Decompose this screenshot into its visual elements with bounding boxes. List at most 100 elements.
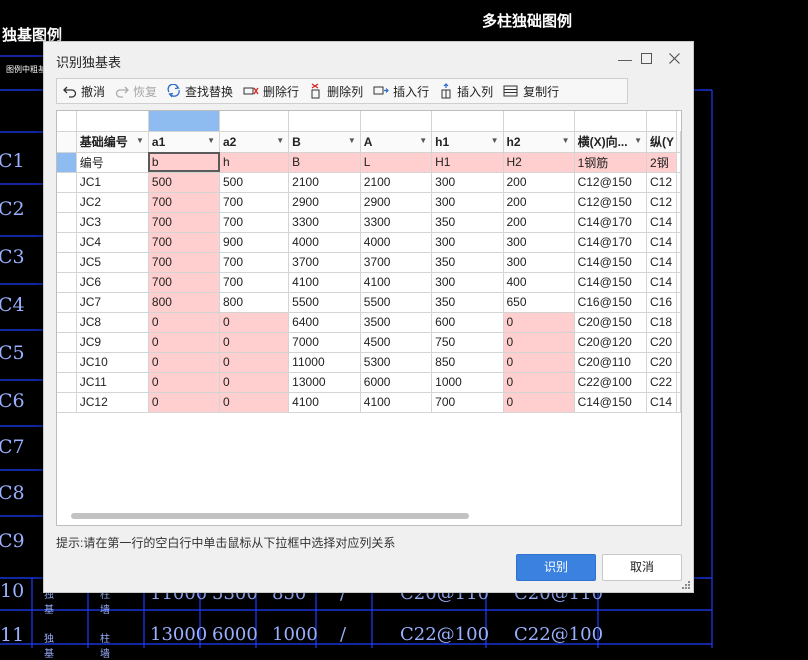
table-cell[interactable]: 200 bbox=[503, 172, 575, 193]
insert-column-button[interactable]: 插入列 bbox=[433, 80, 497, 102]
row-header[interactable] bbox=[57, 212, 77, 233]
table-cell[interactable]: 0 bbox=[219, 352, 290, 373]
table-row[interactable]: JC11 0 0 13000 6000 1000 0 C22@100 C22 bbox=[57, 372, 681, 393]
table-cell[interactable]: 0 bbox=[219, 312, 290, 333]
table-cell[interactable]: 0 bbox=[503, 312, 575, 333]
column-selector-selected[interactable] bbox=[148, 111, 221, 132]
table-cell[interactable]: 13000 bbox=[288, 372, 361, 393]
row-header[interactable] bbox=[57, 192, 77, 213]
table-cell[interactable]: C16@150 bbox=[574, 292, 648, 313]
table-cell[interactable]: C12@150 bbox=[574, 172, 648, 193]
table-row[interactable]: JC4 700 900 4000 4000 300 300 C14@170 C14 bbox=[57, 232, 681, 253]
table-cell[interactable]: 300 bbox=[431, 192, 504, 213]
table-cell[interactable]: C14 bbox=[646, 232, 677, 253]
table-cell[interactable]: C14 bbox=[646, 392, 677, 413]
table-cell[interactable]: 700 bbox=[148, 232, 221, 253]
table-cell[interactable]: 11000 bbox=[288, 352, 361, 373]
table-cell[interactable]: 300 bbox=[431, 272, 504, 293]
table-cell[interactable]: JC7 bbox=[76, 292, 149, 313]
cancel-button[interactable]: 取消 bbox=[602, 554, 682, 581]
table-cell[interactable]: C16 bbox=[646, 292, 677, 313]
row-header[interactable] bbox=[57, 172, 77, 193]
table-cell[interactable]: JC2 bbox=[76, 192, 149, 213]
table-cell[interactable]: 700 bbox=[431, 392, 504, 413]
table-cell[interactable]: 7000 bbox=[288, 332, 361, 353]
table-cell[interactable]: 0 bbox=[148, 332, 221, 353]
table-cell[interactable]: C20 bbox=[646, 332, 677, 353]
table-cell[interactable]: 4100 bbox=[288, 392, 361, 413]
minimize-icon[interactable]: — bbox=[614, 48, 636, 70]
column-header[interactable]: a1 ▼ bbox=[148, 131, 221, 153]
table-cell[interactable]: JC6 bbox=[76, 272, 149, 293]
row-header[interactable] bbox=[57, 131, 77, 153]
table-cell[interactable]: 400 bbox=[503, 272, 575, 293]
table-row[interactable]: JC1 500 500 2100 2100 300 200 C12@150 C12 bbox=[57, 172, 681, 193]
table-row[interactable]: JC6 700 700 4100 4100 300 400 C14@150 C14 bbox=[57, 272, 681, 293]
table-cell[interactable]: 0 bbox=[219, 392, 290, 413]
table-row[interactable]: JC8 0 0 6400 3500 600 0 C20@150 C18 bbox=[57, 312, 681, 333]
recognize-button[interactable]: 识别 bbox=[516, 554, 596, 581]
table-cell[interactable]: 700 bbox=[219, 192, 290, 213]
column-selector[interactable] bbox=[431, 111, 504, 132]
horizontal-scrollbar[interactable] bbox=[71, 513, 469, 519]
table-cell[interactable]: 5300 bbox=[360, 352, 433, 373]
table-cell[interactable]: 900 bbox=[219, 232, 290, 253]
table-cell[interactable]: 0 bbox=[148, 372, 221, 393]
close-icon[interactable] bbox=[663, 48, 685, 70]
table-row[interactable]: JC10 0 0 11000 5300 850 0 C20@110 C20 bbox=[57, 352, 681, 373]
table-cell[interactable]: 300 bbox=[431, 232, 504, 253]
table-cell[interactable]: JC10 bbox=[76, 352, 149, 373]
table-cell[interactable]: 4100 bbox=[360, 392, 433, 413]
resize-grip-icon[interactable] bbox=[681, 580, 691, 590]
column-dropdown-icon[interactable]: ▼ bbox=[276, 136, 284, 145]
table-cell[interactable]: C12@150 bbox=[574, 192, 648, 213]
table-row[interactable]: JC9 0 0 7000 4500 750 0 C20@120 C20 bbox=[57, 332, 681, 353]
row-header[interactable] bbox=[57, 352, 77, 373]
mapping-cell[interactable]: H2 bbox=[503, 152, 575, 173]
mapping-cell[interactable]: B bbox=[288, 152, 361, 173]
table-cell[interactable]: 4000 bbox=[288, 232, 361, 253]
column-selector[interactable] bbox=[219, 111, 290, 132]
delete-row-button[interactable]: 删除行 bbox=[237, 80, 303, 102]
table-cell[interactable]: JC3 bbox=[76, 212, 149, 233]
row-header[interactable] bbox=[57, 252, 77, 273]
table-cell[interactable]: 850 bbox=[431, 352, 504, 373]
column-selector[interactable] bbox=[646, 111, 677, 132]
row-header[interactable] bbox=[57, 312, 77, 333]
table-cell[interactable]: 3300 bbox=[360, 212, 433, 233]
table-cell[interactable]: 200 bbox=[503, 192, 575, 213]
table-cell[interactable]: 5500 bbox=[360, 292, 433, 313]
table-cell[interactable]: 2100 bbox=[360, 172, 433, 193]
column-dropdown-icon[interactable]: ▼ bbox=[634, 136, 642, 145]
column-header[interactable]: B ▼ bbox=[288, 131, 361, 153]
table-cell[interactable]: JC4 bbox=[76, 232, 149, 253]
table-cell[interactable]: 4100 bbox=[360, 272, 433, 293]
column-dropdown-icon[interactable]: ▼ bbox=[136, 136, 144, 145]
mapping-cell[interactable]: 编号 bbox=[76, 152, 149, 173]
table-cell[interactable]: 200 bbox=[503, 212, 575, 233]
mapping-cell[interactable]: L bbox=[360, 152, 433, 173]
table-cell[interactable]: 3500 bbox=[360, 312, 433, 333]
table-cell[interactable]: JC8 bbox=[76, 312, 149, 333]
table-cell[interactable]: 0 bbox=[503, 372, 575, 393]
table-cell[interactable]: JC5 bbox=[76, 252, 149, 273]
table-cell[interactable]: C14@150 bbox=[574, 252, 648, 273]
column-dropdown-icon[interactable]: ▼ bbox=[207, 136, 215, 145]
table-cell[interactable]: C14 bbox=[646, 272, 677, 293]
table-cell[interactable]: 700 bbox=[219, 252, 290, 273]
table-row[interactable]: JC2 700 700 2900 2900 300 200 C12@150 C12 bbox=[57, 192, 681, 213]
table-grid[interactable]: 基础编号 ▼ a1 ▼ a2 ▼ B ▼ A ▼ h1 ▼ h2 ▼ 横(X)向... ▼ 纵(Y 编号 b h B L… bbox=[56, 110, 682, 526]
mapping-cell[interactable]: h bbox=[219, 152, 290, 173]
table-cell[interactable]: 700 bbox=[219, 212, 290, 233]
mapping-cell[interactable]: 1钢筋 bbox=[574, 152, 648, 173]
table-cell[interactable]: 3700 bbox=[288, 252, 361, 273]
table-cell[interactable]: C14 bbox=[646, 212, 677, 233]
mapping-cell[interactable]: b bbox=[148, 152, 221, 173]
table-row[interactable]: JC5 700 700 3700 3700 350 300 C14@150 C14 bbox=[57, 252, 681, 273]
table-cell[interactable]: 350 bbox=[431, 212, 504, 233]
table-cell[interactable]: C14@150 bbox=[574, 392, 648, 413]
column-selector[interactable] bbox=[503, 111, 575, 132]
table-cell[interactable]: C20@120 bbox=[574, 332, 648, 353]
table-cell[interactable]: 0 bbox=[503, 392, 575, 413]
table-cell[interactable]: 0 bbox=[148, 392, 221, 413]
